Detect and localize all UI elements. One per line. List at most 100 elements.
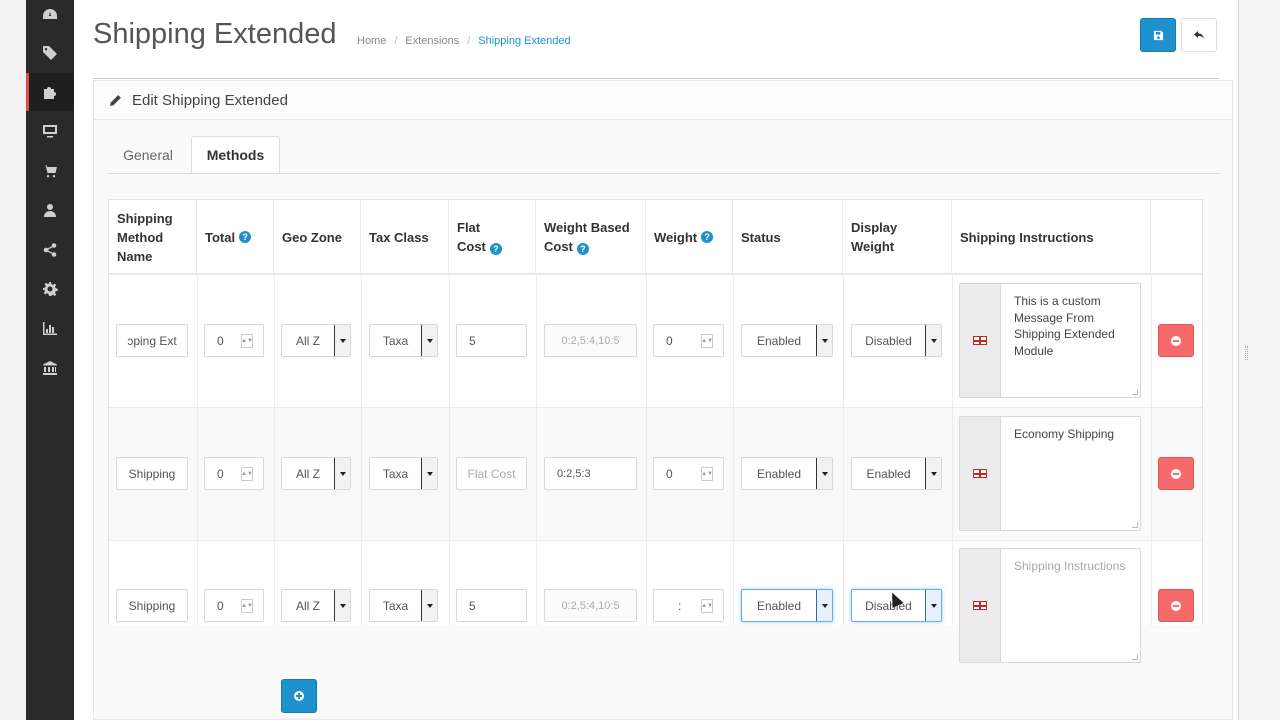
display-weight-select[interactable]: Disabled	[851, 324, 942, 357]
language-flag	[960, 549, 1001, 662]
stepper-icon[interactable]: ▲▼	[241, 334, 253, 348]
user-icon	[44, 204, 56, 217]
chevron-down-icon[interactable]	[421, 325, 437, 356]
stepper-icon[interactable]: ▲▼	[701, 467, 713, 481]
save-button[interactable]	[1140, 18, 1176, 52]
tax-class-select[interactable]: Taxa	[369, 589, 438, 622]
total-input[interactable]: 0 ▲▼	[204, 457, 264, 490]
breadcrumb-current[interactable]: Shipping Extended	[478, 35, 570, 47]
resize-handle[interactable]	[1132, 389, 1138, 395]
header-display-weight: Display Weight	[843, 200, 952, 274]
header-weight: Weight?	[646, 200, 733, 274]
stepper-icon[interactable]: ▲▼	[701, 599, 713, 613]
weight-input[interactable]: 0 ▲▼	[653, 457, 724, 490]
stepper-icon[interactable]: ▲▼	[241, 467, 253, 481]
method-name-input[interactable]: ɔping Ext	[116, 324, 188, 357]
sidebar-item-extensions[interactable]	[26, 73, 74, 111]
help-icon[interactable]: ?	[239, 231, 252, 243]
column-divider	[274, 274, 275, 625]
total-input[interactable]: 0 ▲▼	[204, 589, 264, 622]
remove-row-button[interactable]	[1158, 589, 1194, 622]
breadcrumb-extensions[interactable]: Extensions	[405, 35, 459, 47]
geo-zone-select[interactable]: All Z	[281, 589, 351, 622]
stepper-icon[interactable]: ▲▼	[241, 599, 253, 613]
header-status: Status	[733, 200, 843, 274]
chevron-down-icon[interactable]	[421, 590, 437, 621]
tax-class-select[interactable]: Taxa	[369, 457, 438, 490]
column-divider	[1151, 274, 1152, 625]
resize-handle[interactable]	[1132, 654, 1138, 660]
display-weight-value: Disabled	[865, 333, 912, 348]
chevron-down-icon[interactable]	[816, 458, 832, 489]
status-select[interactable]: Enabled	[741, 457, 833, 490]
chevron-down-icon[interactable]	[334, 458, 350, 489]
header-flat-cost-label: Flat Cost	[457, 220, 486, 254]
weight-input[interactable]: 0 ▲▼	[653, 324, 724, 357]
tabs-divider	[108, 173, 1220, 174]
shipping-instructions-field[interactable]: Shipping Instructions	[959, 548, 1141, 663]
sidebar-item-bank[interactable]	[26, 349, 74, 387]
sidebar-item-dashboard[interactable]	[26, 0, 74, 34]
header-divider	[93, 78, 1219, 79]
sidebar-item-marketing[interactable]	[26, 231, 74, 269]
shipping-instructions-field[interactable]: This is a custom Message From Shipping E…	[959, 283, 1141, 398]
flat-cost-input[interactable]: Flat Cost	[456, 457, 527, 490]
instructions-placeholder[interactable]: Shipping Instructions	[1014, 558, 1132, 575]
instructions-text[interactable]: This is a custom Message From Shipping E…	[1014, 293, 1132, 359]
instructions-text[interactable]: Economy Shipping	[1014, 426, 1132, 443]
dashboard-icon	[43, 9, 57, 19]
method-name-input[interactable]: Shipping	[116, 589, 188, 622]
resize-grip[interactable]	[1245, 346, 1248, 360]
add-method-button[interactable]	[281, 679, 317, 713]
chevron-down-icon[interactable]	[334, 590, 350, 621]
chevron-down-icon[interactable]	[816, 590, 832, 621]
weight-based-cost-input[interactable]: 0:2,5:4,10:5	[544, 324, 637, 357]
chevron-down-icon[interactable]	[816, 325, 832, 356]
tab-general[interactable]: General	[108, 136, 188, 174]
header-shipping-method-name: Shipping Method Name	[109, 200, 197, 274]
sidebar-item-system[interactable]	[26, 270, 74, 308]
help-icon[interactable]: ?	[576, 243, 589, 255]
monitor-icon	[43, 125, 57, 138]
status-select[interactable]: Enabled	[741, 589, 833, 622]
tax-class-value: Taxa	[382, 333, 409, 348]
chevron-down-icon[interactable]	[925, 590, 941, 621]
chevron-down-icon[interactable]	[925, 458, 941, 489]
geo-zone-select[interactable]: All Z	[281, 457, 351, 490]
chevron-down-icon[interactable]	[925, 325, 941, 356]
flat-cost-input[interactable]: 5	[456, 589, 527, 622]
column-divider	[197, 274, 198, 625]
tax-class-select[interactable]: Taxa	[369, 324, 438, 357]
sidebar-item-design[interactable]	[26, 112, 74, 150]
shipping-instructions-field[interactable]: Economy Shipping	[959, 416, 1141, 531]
help-icon[interactable]: ?	[489, 243, 502, 255]
chevron-down-icon[interactable]	[421, 458, 437, 489]
geo-zone-select[interactable]: All Z	[281, 324, 351, 357]
remove-row-button[interactable]	[1158, 324, 1194, 357]
weight-input[interactable]: : ▲▼	[653, 589, 724, 622]
puzzle-icon	[44, 87, 56, 99]
sidebar-item-catalog[interactable]	[26, 34, 74, 72]
sidebar-item-sales[interactable]	[26, 152, 74, 190]
flat-cost-input[interactable]: 5	[456, 324, 527, 357]
display-weight-value: Enabled	[866, 466, 911, 481]
header-total: Total?	[197, 200, 274, 274]
language-flag	[960, 417, 1001, 530]
resize-handle[interactable]	[1132, 522, 1138, 528]
total-input[interactable]: 0 ▲▼	[204, 324, 264, 357]
sidebar-item-customers[interactable]	[26, 191, 74, 229]
help-icon[interactable]: ?	[701, 231, 714, 243]
breadcrumb-home[interactable]: Home	[357, 35, 386, 47]
weight-based-cost-input[interactable]: 0:2,5:3	[544, 457, 637, 490]
window-left-edge	[0, 0, 26, 720]
tab-methods[interactable]: Methods	[191, 136, 280, 174]
method-name-input[interactable]: Shipping	[116, 457, 188, 490]
status-select[interactable]: Enabled	[741, 324, 833, 357]
stepper-icon[interactable]: ▲▼	[701, 334, 713, 348]
weight-based-cost-input[interactable]: 0:2,5:4,10:5	[544, 589, 637, 622]
remove-row-button[interactable]	[1158, 457, 1194, 490]
back-button[interactable]	[1181, 18, 1217, 52]
sidebar-item-reports[interactable]	[26, 309, 74, 347]
display-weight-select[interactable]: Enabled	[851, 457, 942, 490]
chevron-down-icon[interactable]	[334, 325, 350, 356]
